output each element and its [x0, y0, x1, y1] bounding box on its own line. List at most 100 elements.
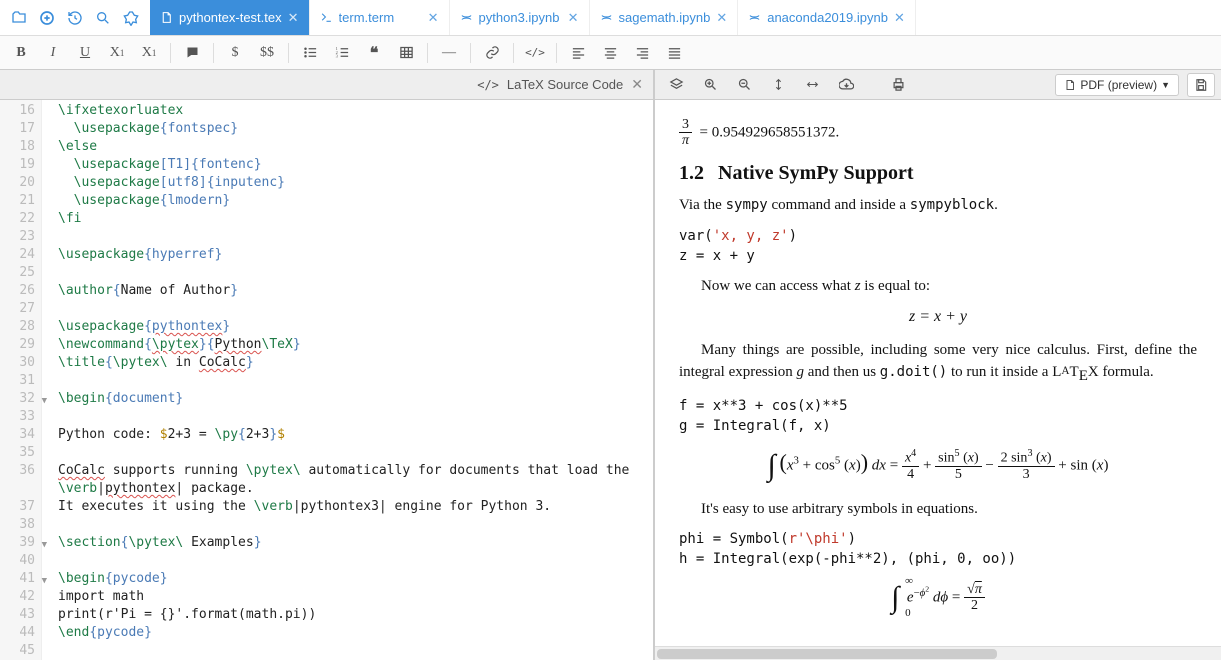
- hr-button[interactable]: —: [434, 40, 464, 66]
- tab-label: pythontex-test.tex: [179, 10, 282, 25]
- separator: [470, 43, 471, 63]
- subscript-button[interactable]: X1: [102, 40, 132, 66]
- code-line[interactable]: \usepackage{hyperref}: [58, 246, 653, 264]
- files-icon[interactable]: [6, 5, 32, 31]
- code-line[interactable]: \title{\pytex\ in CoCalc}: [58, 354, 653, 372]
- code-line[interactable]: [58, 264, 653, 282]
- equation: ∫ (x3 + cos5 (x)) dx = x44 + sin5 (x)5 −…: [679, 449, 1197, 483]
- history-icon[interactable]: [62, 5, 88, 31]
- equation: z = x + y: [679, 308, 1197, 326]
- code-line[interactable]: [58, 516, 653, 534]
- code-line[interactable]: print(r'Pi = {}'.format(math.pi)): [58, 606, 653, 624]
- tabs: pythontex-test.tex✕term.term✕python3.ipy…: [150, 0, 1221, 35]
- dropdown-label: PDF (preview): [1080, 78, 1157, 92]
- code-line[interactable]: import math: [58, 588, 653, 606]
- search-icon[interactable]: [90, 5, 116, 31]
- layers-icon[interactable]: [661, 73, 691, 97]
- code-editor[interactable]: 1617181920212223242526272829303132▼33343…: [0, 100, 653, 660]
- paragraph: It's easy to use arbitrary symbols in eq…: [679, 499, 1197, 521]
- code-line[interactable]: \usepackage{lmodern}: [58, 192, 653, 210]
- file-code-icon: [160, 11, 173, 24]
- right-pane: PDF (preview) ▼ 3π = 0.954929658551372. …: [655, 70, 1221, 660]
- code-line[interactable]: [58, 300, 653, 318]
- code-button[interactable]: </>: [520, 40, 550, 66]
- close-icon[interactable]: ✕: [568, 10, 579, 26]
- comment-button[interactable]: [177, 40, 207, 66]
- code-line[interactable]: \usepackage{pythontex}: [58, 318, 653, 336]
- pdf-preview[interactable]: 3π = 0.954929658551372. 1.2Native SymPy …: [655, 100, 1221, 660]
- table-button[interactable]: [391, 40, 421, 66]
- close-icon[interactable]: ✕: [631, 76, 643, 93]
- code-line[interactable]: [58, 408, 653, 426]
- left-pane: </> LaTeX Source Code ✕ 1617181920212223…: [0, 70, 655, 660]
- code-line[interactable]: \usepackage[T1]{fontenc}: [58, 156, 653, 174]
- close-icon[interactable]: ✕: [428, 10, 439, 26]
- underline-button[interactable]: U: [70, 40, 100, 66]
- inline-math-button[interactable]: $: [220, 40, 250, 66]
- code-line[interactable]: CoCalc supports running \pytex\ automati…: [58, 462, 653, 480]
- zoom-out-icon[interactable]: [729, 73, 759, 97]
- code-line[interactable]: \newcommand{\pytex}{Python\TeX}: [58, 336, 653, 354]
- align-right-button[interactable]: [627, 40, 657, 66]
- tab-term-term[interactable]: term.term✕: [310, 0, 450, 35]
- code-block: var('x, y, z') z = x + y: [679, 227, 1197, 266]
- close-icon[interactable]: ✕: [716, 10, 727, 26]
- quote-button[interactable]: ❝: [359, 40, 389, 66]
- ol-button[interactable]: 123: [327, 40, 357, 66]
- align-justify-button[interactable]: [659, 40, 689, 66]
- code-line[interactable]: \verb|pythontex| package.: [58, 480, 653, 498]
- new-icon[interactable]: [34, 5, 60, 31]
- save-icon[interactable]: [1187, 73, 1215, 97]
- align-left-button[interactable]: [563, 40, 593, 66]
- preview-mode-dropdown[interactable]: PDF (preview) ▼: [1055, 74, 1179, 96]
- tab-sagemath-ipynb[interactable]: sagemath.ipynb ✕: [590, 0, 739, 35]
- code-block: f = x**3 + cos(x)**5 g = Integral(f, x): [679, 397, 1197, 436]
- separator: [213, 43, 214, 63]
- code-line[interactable]: \begin{document}: [58, 390, 653, 408]
- code-line[interactable]: \usepackage[utf8]{inputenc}: [58, 174, 653, 192]
- display-math-button[interactable]: $$: [252, 40, 282, 66]
- code-line[interactable]: \else: [58, 138, 653, 156]
- code-line[interactable]: \begin{pycode}: [58, 570, 653, 588]
- download-icon[interactable]: [831, 73, 861, 97]
- code-line[interactable]: \end{pycode}: [58, 624, 653, 642]
- code-line[interactable]: It executes it using the \verb|pythontex…: [58, 498, 653, 516]
- settings-icon[interactable]: [118, 5, 144, 31]
- ul-button[interactable]: [295, 40, 325, 66]
- code-line[interactable]: \section{\pytex\ Examples}: [58, 534, 653, 552]
- jupyter-icon: [748, 11, 761, 24]
- fit-height-icon[interactable]: [763, 73, 793, 97]
- close-icon[interactable]: ✕: [288, 10, 299, 26]
- tab-python3-ipynb[interactable]: python3.ipynb✕: [450, 0, 590, 35]
- code-line[interactable]: [58, 552, 653, 570]
- code-line[interactable]: [58, 642, 653, 660]
- code-area[interactable]: \ifxetexorluatex \usepackage{fontspec}\e…: [42, 100, 653, 660]
- code-line[interactable]: \author{Name of Author}: [58, 282, 653, 300]
- code-line[interactable]: \ifxetexorluatex: [58, 102, 653, 120]
- horizontal-scrollbar[interactable]: [655, 646, 1221, 660]
- code-line[interactable]: \fi: [58, 210, 653, 228]
- fit-width-icon[interactable]: [797, 73, 827, 97]
- superscript-button[interactable]: X1: [134, 40, 164, 66]
- tab-anaconda2019-ipynb[interactable]: anaconda2019.ipynb✕: [738, 0, 916, 35]
- close-icon[interactable]: ✕: [894, 10, 905, 26]
- separator: [288, 43, 289, 63]
- code-line[interactable]: [58, 372, 653, 390]
- link-button[interactable]: [477, 40, 507, 66]
- right-toolbar: PDF (preview) ▼: [655, 70, 1221, 100]
- paragraph: Now we can access what z is equal to:: [679, 276, 1197, 298]
- tab-label: sagemath.ipynb: [619, 10, 711, 25]
- code-line[interactable]: Python code: $2+3 = \py{2+3}$: [58, 426, 653, 444]
- code-line[interactable]: [58, 228, 653, 246]
- zoom-in-icon[interactable]: [695, 73, 725, 97]
- scrollbar-thumb[interactable]: [657, 649, 997, 659]
- code-line[interactable]: [58, 444, 653, 462]
- print-icon[interactable]: [883, 73, 913, 97]
- code-line[interactable]: \usepackage{fontspec}: [58, 120, 653, 138]
- tab-pythontex-test-tex[interactable]: pythontex-test.tex ✕: [150, 0, 310, 35]
- bold-button[interactable]: B: [6, 40, 36, 66]
- code-icon: </>: [477, 78, 499, 92]
- align-center-button[interactable]: [595, 40, 625, 66]
- italic-button[interactable]: I: [38, 40, 68, 66]
- top-bar: pythontex-test.tex✕term.term✕python3.ipy…: [0, 0, 1221, 36]
